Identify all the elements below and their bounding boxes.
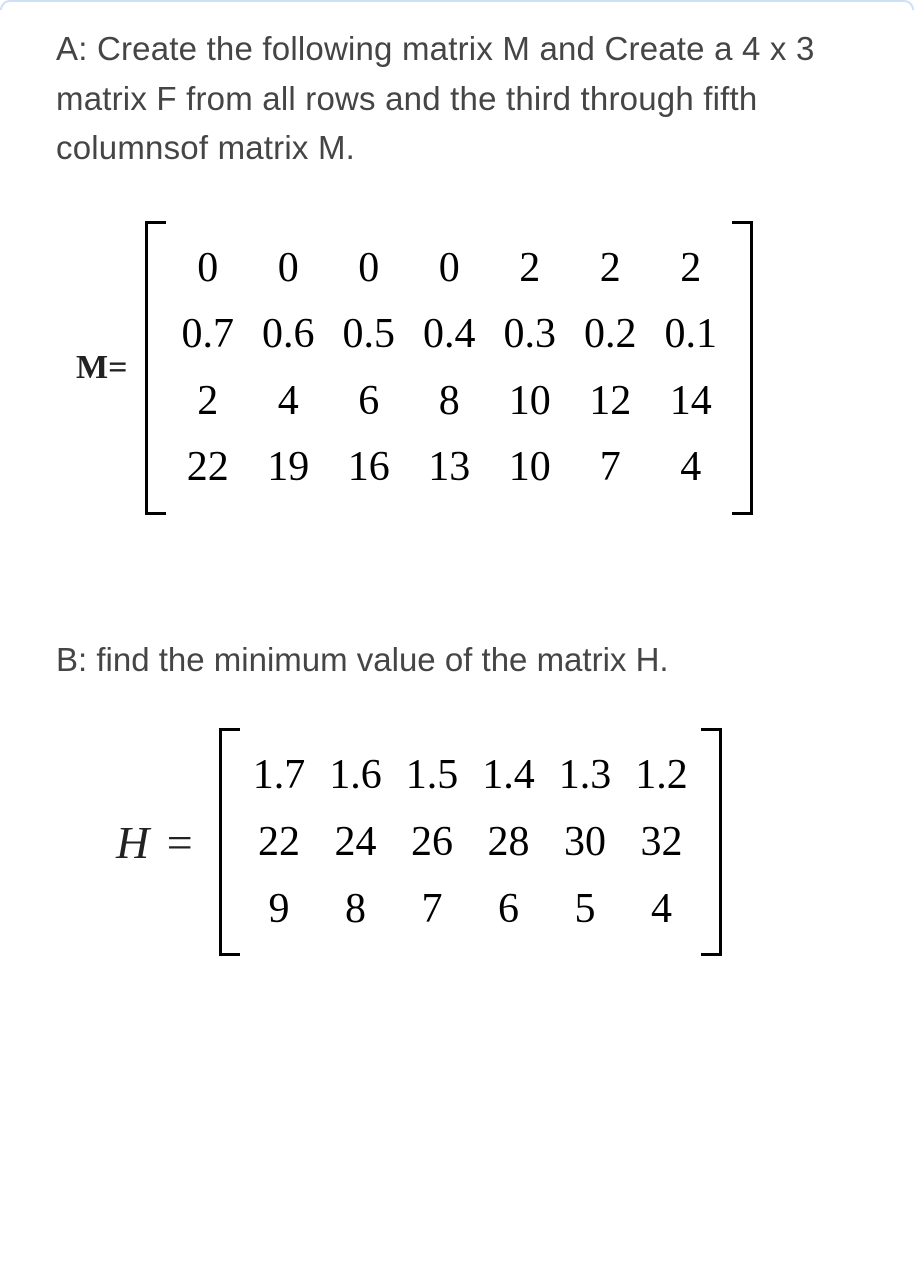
matrix-cell: 1.2 [623,742,700,809]
bracket-right-icon [701,728,722,956]
matrix-cell: 26 [394,809,471,876]
matrix-cell: 10 [489,368,570,435]
matrix-cell: 10 [489,434,570,501]
problem-page: A: Create the following matrix M and Cre… [0,0,914,1280]
matrix-cell: 1.7 [241,742,318,809]
matrix-m: 0 0 0 0 2 2 2 0.7 0.6 0.5 0.4 0.3 0.2 0.… [145,221,753,515]
table-row: 0.7 0.6 0.5 0.4 0.3 0.2 0.1 [167,301,731,368]
table-row: 22 19 16 13 10 7 4 [167,434,731,501]
matrix-cell: 14 [650,368,731,435]
part-a-prompt: A: Create the following matrix M and Cre… [56,24,858,173]
matrix-cell: 4 [248,368,329,435]
matrix-cell: 22 [241,809,318,876]
matrix-cell: 19 [248,434,329,501]
table-row: 9 8 7 6 5 4 [241,876,700,943]
matrix-cell: 32 [623,809,700,876]
equals-sign: = [167,817,193,868]
table-row: 0 0 0 0 2 2 2 [167,235,731,302]
matrix-cell: 0.6 [248,301,329,368]
matrix-cell: 2 [167,368,248,435]
matrix-cell: 13 [409,434,490,501]
matrix-h-var: H [116,817,149,868]
matrix-cell: 0.7 [167,301,248,368]
matrix-cell: 9 [241,876,318,943]
matrix-cell: 1.6 [317,742,394,809]
matrix-m-table: 0 0 0 0 2 2 2 0.7 0.6 0.5 0.4 0.3 0.2 0.… [167,235,731,501]
matrix-cell: 6 [328,368,409,435]
matrix-cell: 2 [489,235,570,302]
matrix-m-block: M= 0 0 0 0 2 2 2 0.7 0.6 0.5 0.4 [76,221,858,515]
matrix-cell: 1.3 [547,742,624,809]
matrix-cell: 12 [570,368,651,435]
matrix-cell: 0 [167,235,248,302]
matrix-h-block: H = 1.7 1.6 1.5 1.4 1.3 1.2 22 24 26 [116,728,858,956]
matrix-cell: 4 [650,434,731,501]
matrix-cell: 4 [623,876,700,943]
bracket-left-icon [219,728,240,956]
matrix-cell: 22 [167,434,248,501]
matrix-cell: 30 [547,809,624,876]
matrix-cell: 2 [650,235,731,302]
matrix-h-label: H = [116,816,193,869]
part-b-prompt: B: find the minimum value of the matrix … [56,635,858,685]
matrix-cell: 1.4 [470,742,547,809]
matrix-cell: 0 [328,235,409,302]
bracket-right-icon [732,221,753,515]
matrix-h: 1.7 1.6 1.5 1.4 1.3 1.2 22 24 26 28 30 3… [219,728,722,956]
matrix-m-label: M= [76,349,127,387]
matrix-cell: 1.5 [394,742,471,809]
matrix-cell: 5 [547,876,624,943]
matrix-cell: 16 [328,434,409,501]
matrix-cell: 7 [570,434,651,501]
matrix-cell: 8 [409,368,490,435]
matrix-cell: 28 [470,809,547,876]
table-row: 22 24 26 28 30 32 [241,809,700,876]
matrix-cell: 0.2 [570,301,651,368]
table-row: 1.7 1.6 1.5 1.4 1.3 1.2 [241,742,700,809]
matrix-cell: 8 [317,876,394,943]
matrix-cell: 2 [570,235,651,302]
matrix-cell: 6 [470,876,547,943]
matrix-cell: 0.1 [650,301,731,368]
matrix-cell: 0.3 [489,301,570,368]
bracket-left-icon [145,221,166,515]
matrix-h-table: 1.7 1.6 1.5 1.4 1.3 1.2 22 24 26 28 30 3… [241,742,700,942]
matrix-cell: 24 [317,809,394,876]
matrix-cell: 0 [248,235,329,302]
matrix-cell: 0.4 [409,301,490,368]
matrix-cell: 0 [409,235,490,302]
matrix-cell: 7 [394,876,471,943]
table-row: 2 4 6 8 10 12 14 [167,368,731,435]
matrix-cell: 0.5 [328,301,409,368]
